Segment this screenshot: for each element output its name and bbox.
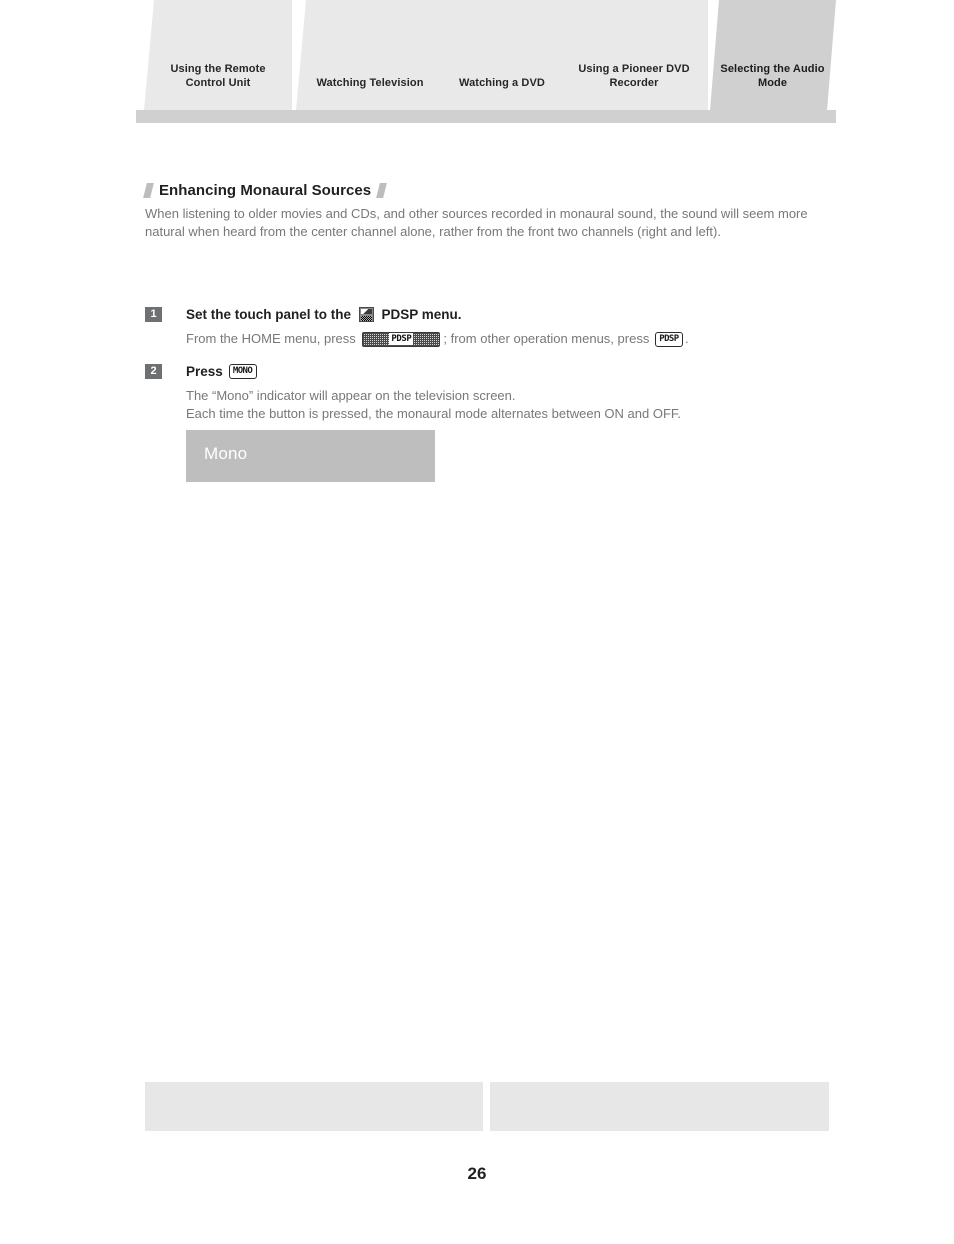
page-number: 26 [467, 1164, 487, 1183]
section-heading: Enhancing Monaural Sources [143, 182, 388, 199]
step-title-text-before: Set the touch panel to the [186, 307, 355, 322]
desc-line-2: Each time the button is pressed, the mon… [186, 406, 681, 421]
tab-watching-television[interactable]: Watching Television [296, 0, 444, 110]
tab-watching-a-dvd[interactable]: Watching a DVD [428, 0, 576, 110]
desc-text-part-1: From the HOME menu, press [186, 331, 360, 346]
mono-key-icon[interactable]: MONO [228, 364, 257, 379]
chapter-tab-strip: Using the Remote Control Unit Watching T… [136, 0, 836, 123]
step-title: Press MONO [186, 362, 845, 381]
step-number-badge: 2 [145, 364, 162, 379]
tab-label: Selecting the Audio Mode [720, 63, 825, 89]
mono-indicator-label: Mono [204, 444, 248, 463]
footer-box-right [490, 1082, 829, 1131]
step-2: 2 Press MONO The “Mono” indicator will a… [145, 362, 845, 423]
pdsp-wide-key-icon[interactable]: PDSP [362, 331, 441, 347]
desc-line-1: The “Mono” indicator will appear on the … [186, 388, 516, 403]
section-intro-paragraph: When listening to older movies and CDs, … [145, 206, 808, 239]
tab-label: Watching Television [316, 77, 424, 89]
step-title: Set the touch panel to the PDSP menu. [186, 305, 845, 324]
step-body: Press MONO The “Mono” indicator will app… [186, 362, 845, 423]
touch-panel-icon [358, 307, 374, 322]
pdsp-wide-key-label: PDSP [389, 333, 414, 345]
step-title-text-before: Press [186, 364, 227, 379]
desc-text-part-2: ; from other operation menus, press [443, 331, 653, 346]
step-description-row: From the HOME menu, press PDSP ; from ot… [186, 330, 845, 348]
step-description: The “Mono” indicator will appear on the … [186, 387, 845, 423]
desc-text-part-3: . [684, 331, 689, 346]
step-1: 1 Set the touch panel to the PDSP menu. … [145, 305, 845, 348]
tab-label: Watching a DVD [459, 77, 545, 89]
television-screen-illustration: Mono [186, 430, 435, 482]
tab-label: Using a Pioneer DVD Recorder [578, 63, 690, 89]
tab-strip-active-underline [709, 110, 836, 123]
step-body: Set the touch panel to the PDSP menu. Fr… [186, 305, 845, 348]
step-description: From the HOME menu, press PDSP ; from ot… [186, 330, 845, 348]
step-title-text-after: PDSP menu. [377, 307, 462, 322]
tab-using-the-remote-control-unit[interactable]: Using the Remote Control Unit [144, 0, 292, 110]
slash-mark-right-icon [376, 183, 388, 198]
tab-selecting-the-audio-mode[interactable]: Selecting the Audio Mode [709, 0, 836, 123]
pdsp-key-icon[interactable]: PDSP [654, 331, 683, 347]
footer-box-left [145, 1082, 483, 1131]
tab-label: Using the Remote Control Unit [170, 63, 266, 89]
step-number-badge: 1 [145, 307, 162, 322]
tab-using-a-pioneer-dvd-recorder[interactable]: Using a Pioneer DVD Recorder [560, 0, 708, 110]
page-title: Enhancing Monaural Sources [159, 182, 372, 199]
slash-mark-left-icon [143, 183, 154, 198]
